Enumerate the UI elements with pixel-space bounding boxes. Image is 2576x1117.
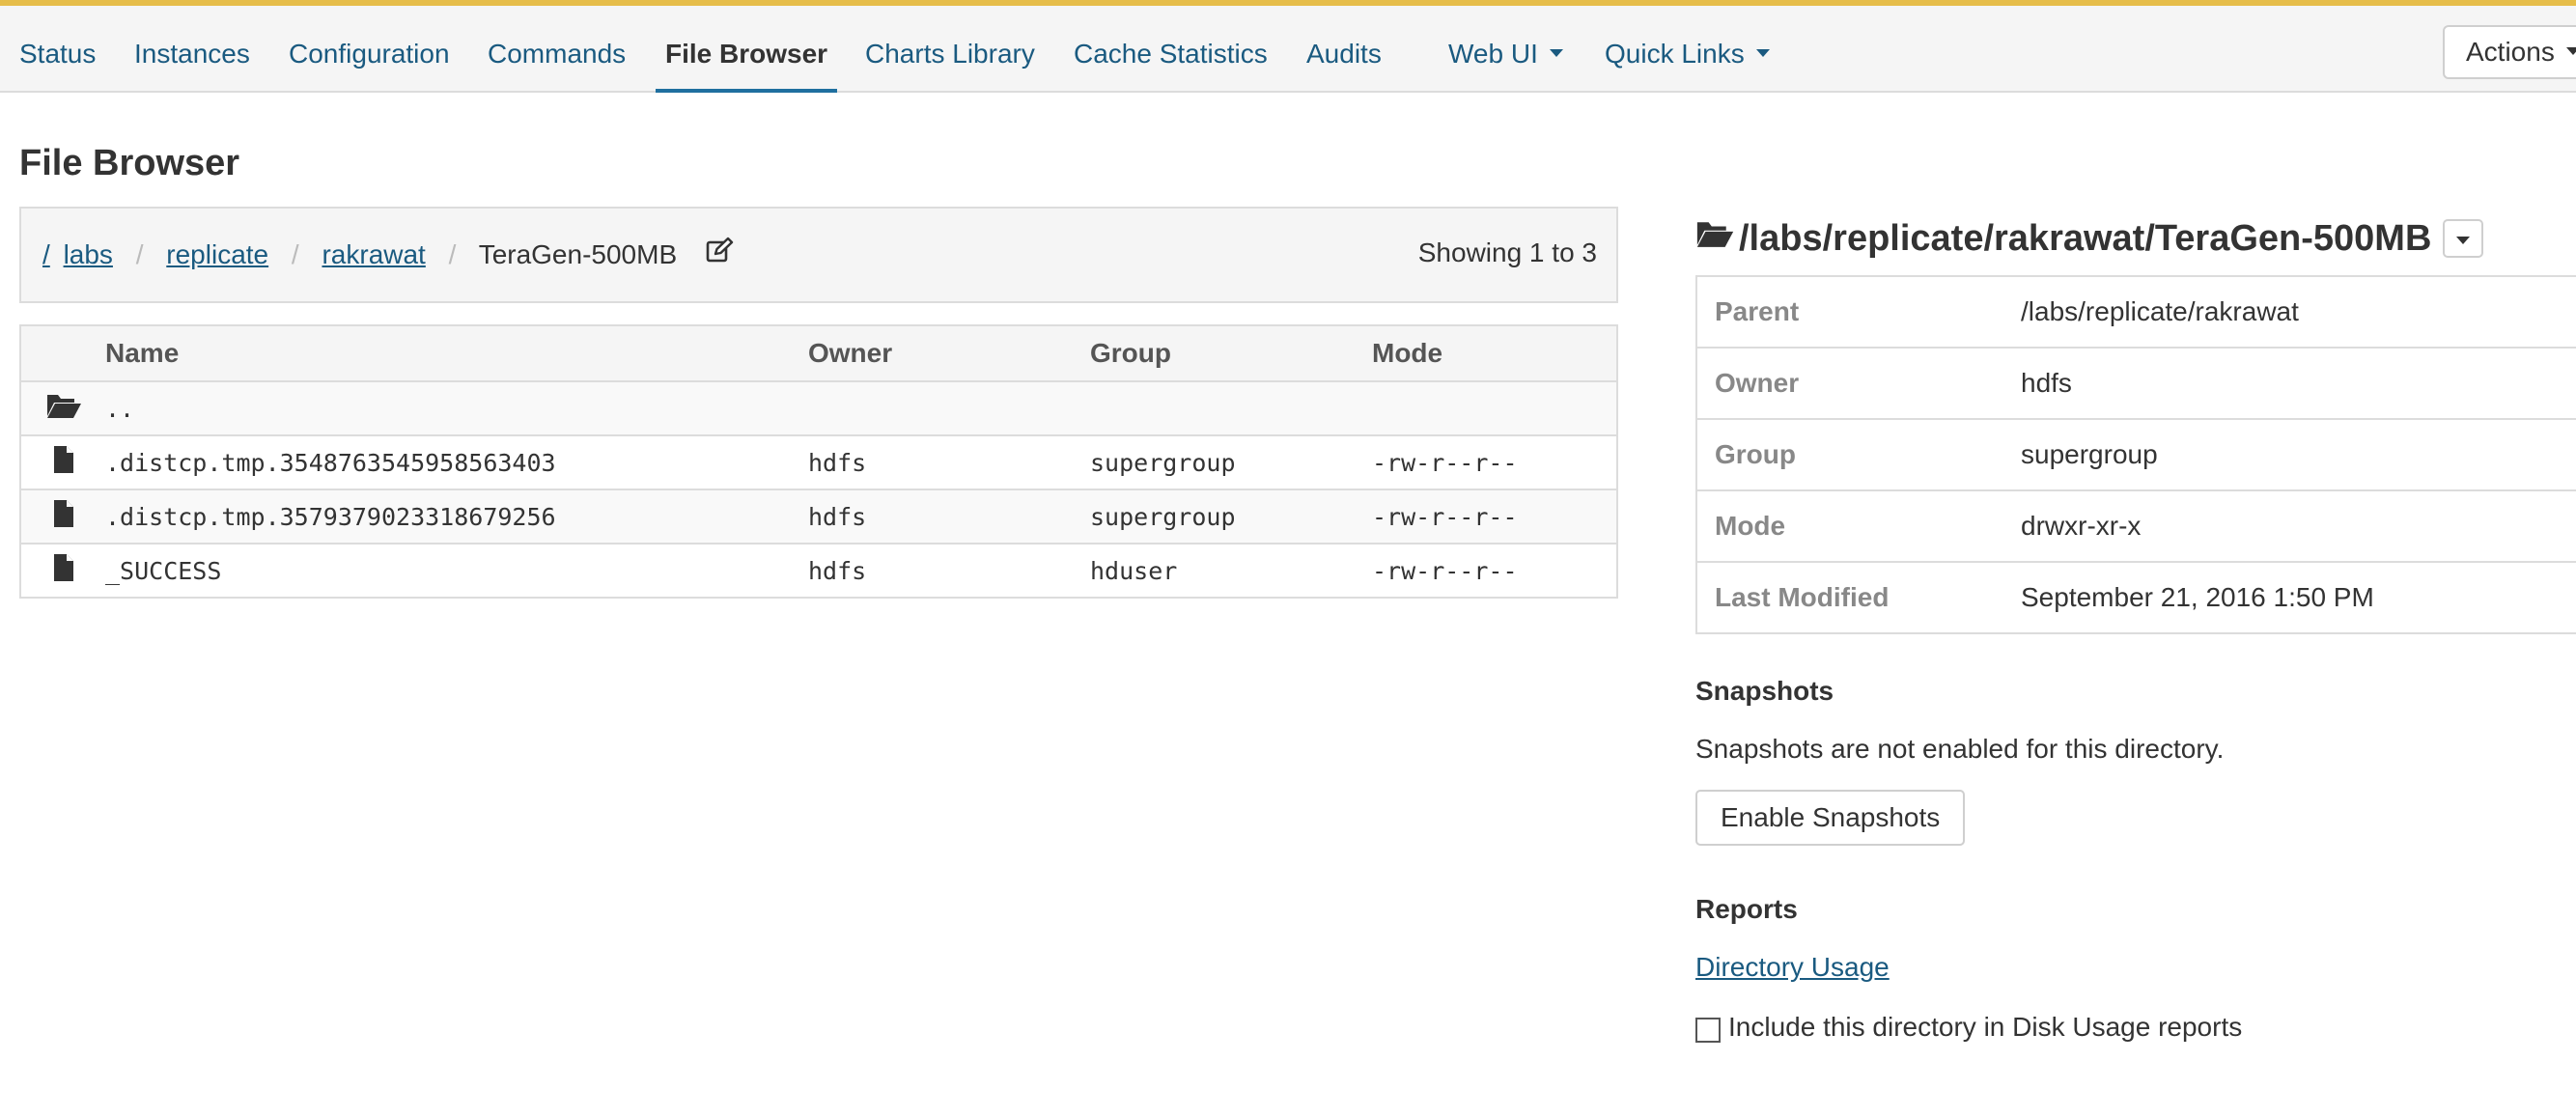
breadcrumb-bar: / labs / replicate / rakrawat / TeraGen-…	[19, 207, 1618, 303]
breadcrumb-link-replicate[interactable]: replicate	[166, 239, 268, 269]
tab-audits[interactable]: Audits	[1306, 6, 1382, 91]
property-row: Mode drwxr-xr-x	[1696, 489, 2576, 562]
file-mode: -rw-r--r--	[1372, 543, 1617, 598]
file-owner: hdfs	[808, 489, 1090, 544]
disk-usage-checkbox[interactable]	[1695, 1018, 1721, 1043]
disk-usage-checkbox-label[interactable]: Include this directory in Disk Usage rep…	[1728, 1012, 2242, 1043]
file-mode: -rw-r--r--	[1372, 489, 1617, 544]
header-owner[interactable]: Owner	[808, 324, 1090, 381]
tab-cache-statistics[interactable]: Cache Statistics	[1074, 6, 1268, 91]
table-row[interactable]: .distcp.tmp.3579379023318679256 hdfs sup…	[20, 489, 1617, 544]
directory-properties: Parent/labs/replicate/rakrawat Owner hdfs…	[1695, 275, 2576, 634]
tab-web-ui-dropdown[interactable]: Web UI	[1448, 6, 1563, 91]
file-icon	[20, 434, 105, 489]
file-owner: hdfs	[808, 543, 1090, 598]
enable-snapshots-button[interactable]: Enable Snapshots	[1695, 790, 1966, 846]
folder-open-icon	[20, 380, 105, 435]
file-table: Name Owner Group Mode .. .distcp.tmp.354…	[19, 324, 1618, 599]
caret-down-icon	[1755, 48, 1770, 57]
top-navigation: Status Instances Configuration Commands …	[0, 6, 2576, 93]
property-value: hdfs	[2003, 347, 2576, 419]
file-mode: -rw-r--r--	[1372, 434, 1617, 489]
property-row: Group supergroup	[1696, 418, 2576, 490]
tab-label: Audits	[1306, 39, 1382, 69]
breadcrumb-separator: /	[135, 239, 144, 269]
property-value: September 21, 2016 1:50 PM	[2003, 561, 2576, 633]
tab-commands[interactable]: Commands	[488, 6, 626, 91]
actions-button[interactable]: Actions	[2443, 25, 2576, 79]
table-row[interactable]: .distcp.tmp.3548763545958563403 hdfs sup…	[20, 434, 1617, 489]
tab-label: Quick Links	[1605, 39, 1745, 69]
property-row: Parent/labs/replicate/rakrawat	[1696, 275, 2576, 348]
file-name[interactable]: .distcp.tmp.3548763545958563403	[105, 434, 808, 489]
tab-label: Commands	[488, 39, 627, 69]
breadcrumb-link-labs[interactable]: labs	[64, 239, 113, 269]
file-group: hduser	[1090, 543, 1372, 598]
actions-label: Actions	[2466, 37, 2555, 67]
header-name[interactable]: Name	[105, 324, 808, 381]
tab-label: Web UI	[1448, 39, 1538, 69]
property-key: Last Modified	[1696, 561, 2003, 633]
path-options-dropdown[interactable]	[2443, 218, 2484, 258]
file-table-header: Name Owner Group Mode	[20, 324, 1617, 381]
tab-label: File Browser	[665, 39, 828, 69]
snapshots-heading: Snapshots	[1695, 676, 1834, 706]
tab-status[interactable]: Status	[19, 6, 96, 91]
tab-instances[interactable]: Instances	[134, 6, 250, 91]
showing-count: Showing 1 to 3	[1417, 237, 1597, 267]
header-icon-column	[20, 324, 105, 381]
tab-label: Configuration	[289, 39, 450, 69]
property-row: Owner hdfs	[1696, 347, 2576, 419]
file-name[interactable]: ..	[105, 380, 808, 435]
file-icon	[20, 489, 105, 544]
caret-down-icon	[2565, 46, 2576, 55]
breadcrumb-current: TeraGen-500MB	[478, 239, 678, 269]
tab-quick-links-dropdown[interactable]: Quick Links	[1605, 6, 1770, 91]
property-row: Last Modified September 21, 2016 1:50 PM	[1696, 561, 2576, 633]
snapshots-status-text: Snapshots are not enabled for this direc…	[1695, 734, 2225, 764]
tab-charts-library[interactable]: Charts Library	[865, 6, 1035, 91]
breadcrumb-link-rakrawat[interactable]: rakrawat	[322, 239, 425, 269]
tab-label: Charts Library	[865, 39, 1035, 69]
tab-file-browser[interactable]: File Browser	[655, 6, 838, 93]
file-owner: hdfs	[808, 434, 1090, 489]
property-value: /labs/replicate/rakrawat	[2003, 275, 2576, 348]
directory-path: /labs/replicate/rakrawat/TeraGen-500MB	[1739, 218, 2432, 259]
property-key: Owner	[1696, 347, 2003, 419]
tab-label: Status	[19, 39, 97, 69]
table-row[interactable]: ..	[20, 380, 1617, 435]
directory-usage-link[interactable]: Directory Usage	[1695, 952, 1890, 983]
property-key: Parent	[1696, 275, 2003, 348]
property-key: Group	[1696, 418, 2003, 490]
tab-configuration[interactable]: Configuration	[289, 6, 450, 91]
file-name[interactable]: .distcp.tmp.3579379023318679256	[105, 489, 808, 544]
breadcrumb-separator: /	[291, 239, 299, 269]
header-group[interactable]: Group	[1090, 324, 1372, 381]
file-group: supergroup	[1090, 434, 1372, 489]
folder-open-icon	[1694, 211, 1735, 264]
breadcrumb-root-link[interactable]: /	[42, 239, 50, 269]
file-group: supergroup	[1090, 489, 1372, 544]
breadcrumb-separator: /	[448, 239, 457, 269]
tab-label: Instances	[134, 39, 250, 69]
property-value: supergroup	[2003, 418, 2576, 490]
file-owner	[808, 380, 1090, 435]
file-icon	[20, 543, 105, 598]
tab-label: Cache Statistics	[1074, 39, 1268, 69]
reports-heading: Reports	[1695, 894, 1798, 924]
caret-down-icon	[1549, 48, 1563, 57]
directory-path-heading: /labs/replicate/rakrawat/TeraGen-500MB	[1694, 211, 2484, 265]
table-row[interactable]: _SUCCESS hdfs hduser -rw-r--r--	[20, 543, 1617, 598]
header-mode[interactable]: Mode	[1372, 324, 1617, 381]
caret-down-icon	[2456, 236, 2471, 244]
file-mode	[1372, 380, 1617, 435]
breadcrumb: / labs / replicate / rakrawat / TeraGen-…	[42, 209, 735, 301]
file-group	[1090, 380, 1372, 435]
property-value: drwxr-xr-x	[2003, 489, 2576, 562]
edit-icon[interactable]	[706, 209, 735, 301]
file-name[interactable]: _SUCCESS	[105, 543, 808, 598]
page-title: File Browser	[19, 143, 240, 183]
property-key: Mode	[1696, 489, 2003, 562]
